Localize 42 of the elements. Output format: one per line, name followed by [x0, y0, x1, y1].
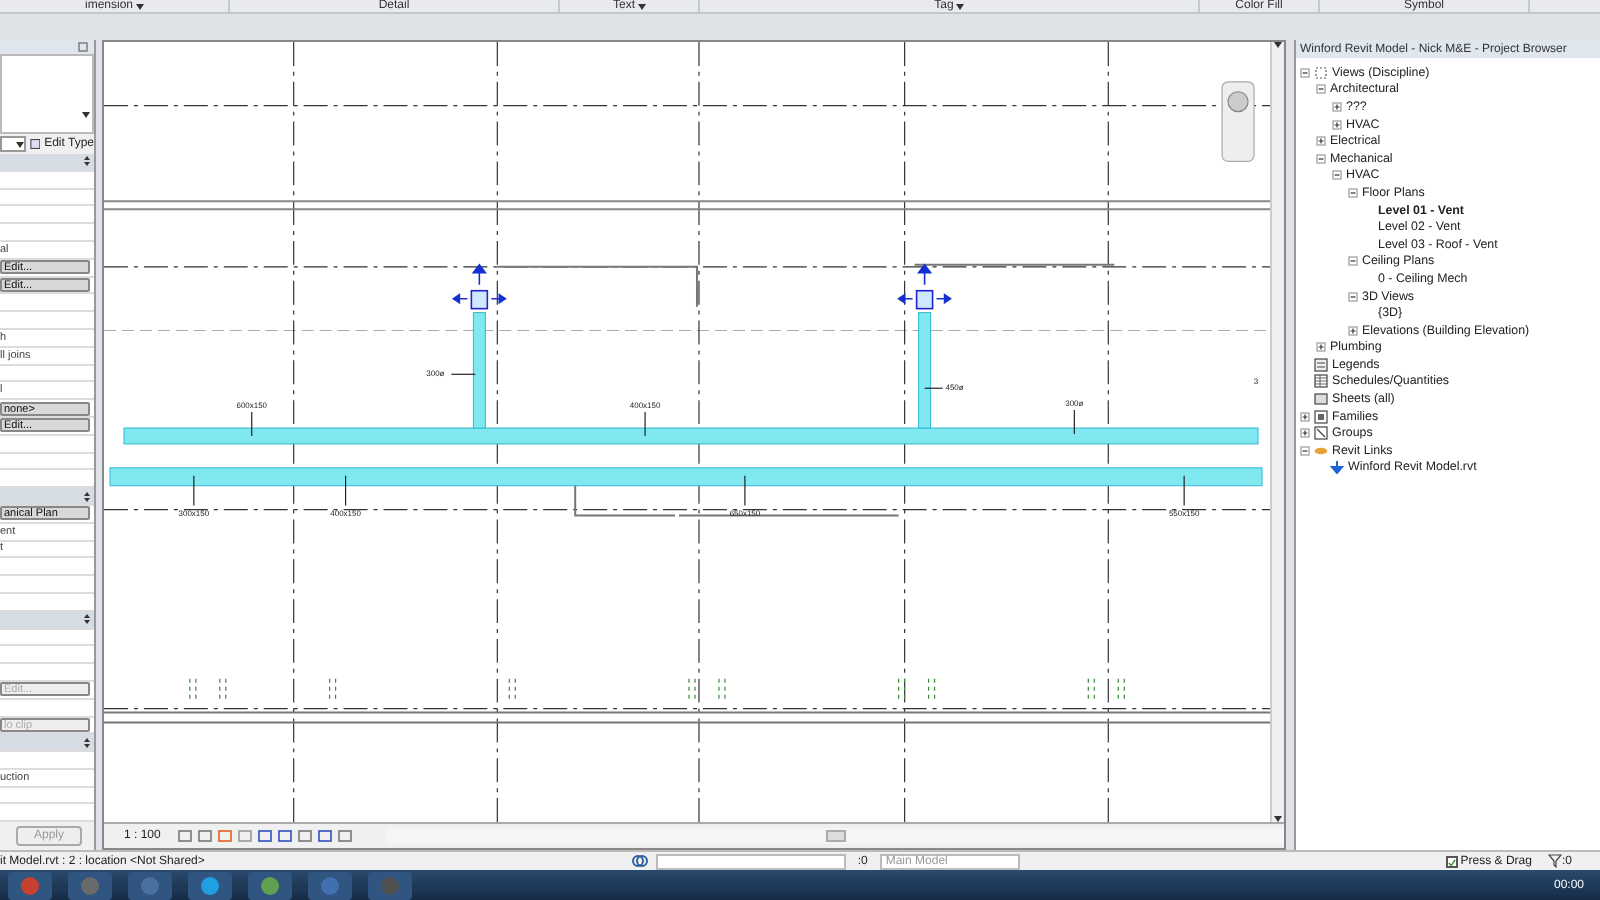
taskbar-app-icon[interactable]: [188, 871, 232, 899]
caret-icon: [82, 112, 90, 118]
expand-icon[interactable]: [1316, 136, 1326, 147]
expand-icon[interactable]: [1300, 411, 1310, 422]
expand-icon[interactable]: [1332, 101, 1342, 112]
collapse-icon: [84, 737, 90, 748]
taskbar-app-icon[interactable]: [128, 871, 172, 899]
collapse-icon[interactable]: [1300, 67, 1310, 78]
collapse-icon[interactable]: [1316, 84, 1326, 95]
horizontal-scrollbar[interactable]: [386, 828, 1284, 844]
expand-icon[interactable]: [1300, 428, 1310, 439]
press-drag-checkbox[interactable]: [1446, 855, 1459, 867]
collapse-icon[interactable]: [1300, 445, 1310, 456]
expand-icon[interactable]: [1316, 342, 1326, 353]
collapse-icon[interactable]: [1348, 291, 1358, 302]
caret-icon: [135, 3, 143, 9]
expand-icon[interactable]: [1348, 325, 1358, 336]
air-terminal-drawing[interactable]: [897, 263, 952, 310]
workset-field[interactable]: [655, 853, 846, 869]
collapse-icon: [84, 491, 90, 502]
worksets-icon[interactable]: [631, 854, 648, 868]
collapse-icon[interactable]: [1316, 153, 1326, 164]
air-terminal-drawing[interactable]: [451, 263, 507, 310]
expand-icon[interactable]: [1332, 119, 1342, 130]
collapse-icon[interactable]: [1332, 170, 1342, 181]
close-icon[interactable]: [78, 42, 88, 52]
caret-icon: [15, 141, 24, 147]
caret-icon: [955, 3, 964, 9]
collapse-icon[interactable]: [1348, 256, 1358, 267]
vertical-scrollbar[interactable]: [1270, 42, 1284, 822]
collapse-icon: [84, 614, 90, 625]
filter-icon[interactable]: [1547, 854, 1562, 868]
collapse-icon: [84, 156, 90, 167]
taskbar-app-icon[interactable]: [308, 871, 352, 899]
navigation-wheel-icon[interactable]: [1221, 81, 1255, 162]
collapse-icon[interactable]: [1348, 187, 1358, 198]
type-combo[interactable]: [0, 136, 26, 152]
caret-icon: [637, 3, 645, 9]
taskbar-app-icon[interactable]: [248, 871, 292, 899]
edit-type-icon: [29, 138, 41, 150]
taskbar-app-icon[interactable]: [8, 871, 52, 899]
caret-icon: [1274, 42, 1282, 48]
